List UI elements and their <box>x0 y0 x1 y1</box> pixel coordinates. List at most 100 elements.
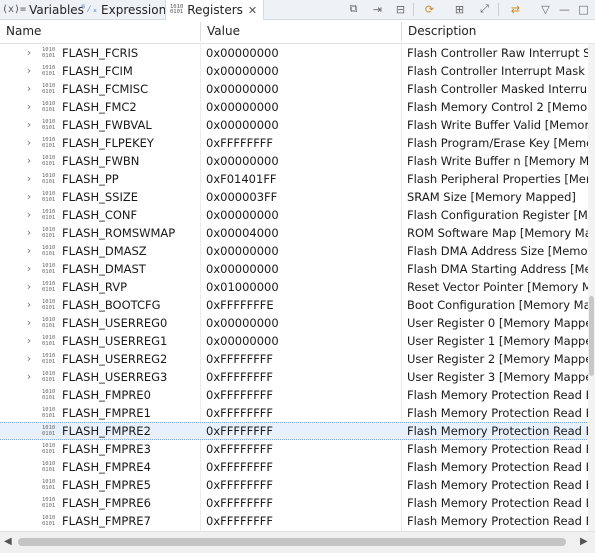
table-row[interactable]: › 1010 0101 FLASH_FCRIS 0x00000000 Flash Cont… <box>0 44 595 62</box>
table-row[interactable]: › 1010 0101 FLASH_DMAST 0x00000000 Flash DMA … <box>0 260 595 278</box>
table-row[interactable]: › 1010 0101 FLASH_ROMSWMAP 0x00004000 ROM Sof… <box>0 224 595 242</box>
table-row[interactable]: 1010 0101 FLASH_FMPRE3 0xFFFFFFFF Flash Memo… <box>0 440 595 458</box>
register-value[interactable]: 0x01000000 <box>206 278 279 296</box>
horizontal-scroll-thumb[interactable] <box>18 538 566 546</box>
table-row[interactable]: › 1010 0101 FLASH_FLPEKEY 0xFFFFFFFF Flash Pr… <box>0 134 595 152</box>
table-row[interactable]: › 1010 0101 FLASH_FMC2 0x00000000 Flash Memor… <box>0 98 595 116</box>
register-value[interactable]: 0x000003FF <box>206 188 277 206</box>
register-icon: 1010 0101 <box>42 281 56 293</box>
expand-chevron-icon[interactable]: › <box>24 260 34 278</box>
register-value[interactable]: 0xFFFFFFFE <box>206 296 274 314</box>
table-row[interactable]: 1010 0101 FLASH_FMPRE2 0xFFFFFFFF Flash Memo… <box>0 422 595 440</box>
new-group-icon[interactable]: ⊞ <box>451 1 468 17</box>
expand-chevron-icon[interactable]: › <box>24 278 34 296</box>
register-value[interactable]: 0x00000000 <box>206 332 279 350</box>
close-icon[interactable]: ✕ <box>248 4 257 17</box>
vertical-scroll-thumb[interactable] <box>589 296 594 376</box>
table-row[interactable]: › 1010 0101 FLASH_USERREG1 0x00000000 User Re… <box>0 332 595 350</box>
table-row[interactable]: › 1010 0101 FLASH_FWBN 0x00000000 Flash Write… <box>0 152 595 170</box>
expand-chevron-icon[interactable]: › <box>24 332 34 350</box>
view-menu-icon[interactable]: ▽ <box>537 1 554 17</box>
table-row[interactable]: 1010 0101 FLASH_FMPRE4 0xFFFFFFFF Flash Memo… <box>0 458 595 476</box>
expand-chevron-icon[interactable]: › <box>24 242 34 260</box>
table-row[interactable]: 1010 0101 FLASH_FMPRE7 0xFFFFFFFF Flash Memo… <box>0 512 595 530</box>
register-value[interactable]: 0x00000000 <box>206 116 279 134</box>
expand-chevron-icon[interactable]: › <box>24 170 34 188</box>
vertical-scrollbar[interactable] <box>588 44 595 531</box>
register-value[interactable]: 0x00000000 <box>206 260 279 278</box>
tab-registers[interactable]: 1010 0101 Registers ✕ <box>165 0 265 20</box>
register-value[interactable]: 0xFFFFFFFF <box>206 422 273 440</box>
table-row[interactable]: › 1010 0101 FLASH_FCMISC 0x00000000 Flash Con… <box>0 80 595 98</box>
expand-chevron-icon[interactable]: › <box>24 314 34 332</box>
table-row[interactable]: 1010 0101 FLASH_FMPRE0 0xFFFFFFFF Flash Memo… <box>0 386 595 404</box>
register-name: FLASH_RVP <box>62 280 128 294</box>
register-value[interactable]: 0xFFFFFFFF <box>206 476 273 494</box>
register-value[interactable]: 0xFFFFFFFF <box>206 404 273 422</box>
register-value[interactable]: 0x00000000 <box>206 314 279 332</box>
expand-chevron-icon[interactable]: › <box>24 224 34 242</box>
table-row[interactable]: › 1010 0101 FLASH_FCIM 0x00000000 Flash Contr… <box>0 62 595 80</box>
register-value[interactable]: 0xFFFFFFFF <box>206 494 273 512</box>
register-value[interactable]: 0x00000000 <box>206 152 279 170</box>
register-icon: 1010 0101 <box>42 389 56 401</box>
collapse-all-icon[interactable]: ⧉ <box>345 1 362 17</box>
table-row[interactable]: 1010 0101 FLASH_FMPRE1 0xFFFFFFFF Flash Memo… <box>0 404 595 422</box>
table-row[interactable]: 1010 0101 FLASH_FMPRE6 0xFFFFFFFF Flash Memo… <box>0 494 595 512</box>
register-value[interactable]: 0x00000000 <box>206 206 279 224</box>
table-row[interactable]: › 1010 0101 FLASH_DMASZ 0x00000000 Flash DMA … <box>0 242 595 260</box>
table-row[interactable]: › 1010 0101 FLASH_RVP 0x01000000 Reset Vector… <box>0 278 595 296</box>
register-value[interactable]: 0x00004000 <box>206 224 279 242</box>
sync-icon[interactable]: ⇄ <box>507 1 524 17</box>
register-value[interactable]: 0xFFFFFFFF <box>206 386 273 404</box>
register-value[interactable]: 0xFFFFFFFF <box>206 368 273 386</box>
register-value[interactable]: 0xFFFFFFFF <box>206 440 273 458</box>
minimize-icon[interactable]: — <box>556 1 573 17</box>
register-value[interactable]: 0x00000000 <box>206 242 279 260</box>
expand-chevron-icon[interactable]: › <box>24 350 34 368</box>
horizontal-scrollbar[interactable]: ◀ ▶ <box>0 531 595 553</box>
column-header-value[interactable]: Value <box>201 20 240 43</box>
edit-group-icon[interactable]: ⤢ <box>476 1 493 17</box>
refresh-icon[interactable]: ⟳ <box>421 1 438 17</box>
table-row[interactable]: 1010 0101 FLASH_FMPRE5 0xFFFFFFFF Flash Memo… <box>0 476 595 494</box>
table-row[interactable]: › 1010 0101 FLASH_CONF 0x00000000 Flash Confi… <box>0 206 595 224</box>
table-row[interactable]: › 1010 0101 FLASH_SSIZE 0x000003FF SRAM Size … <box>0 188 595 206</box>
register-value[interactable]: 0x00000000 <box>206 44 279 62</box>
expand-all-icon[interactable]: ⇥ <box>369 1 386 17</box>
scroll-right-icon[interactable]: ▶ <box>580 536 588 547</box>
expand-chevron-icon[interactable]: › <box>24 188 34 206</box>
expand-chevron-icon[interactable]: › <box>24 206 34 224</box>
expand-chevron-icon[interactable]: › <box>24 44 34 62</box>
tab-variables[interactable]: (x)= Variables <box>2 0 84 19</box>
column-header-description[interactable]: Description <box>402 20 476 43</box>
expand-chevron-icon[interactable]: › <box>24 296 34 314</box>
maximize-icon[interactable]: □ <box>575 1 592 17</box>
tab-expressions[interactable]: ⁰⁄ₓ Expressions <box>80 0 172 19</box>
register-value[interactable]: 0xFFFFFFFF <box>206 350 273 368</box>
expand-chevron-icon[interactable]: › <box>24 152 34 170</box>
expand-chevron-icon[interactable]: › <box>24 134 34 152</box>
table-row[interactable]: › 1010 0101 FLASH_USERREG3 0xFFFFFFFF User Re… <box>0 368 595 386</box>
scroll-left-icon[interactable]: ◀ <box>4 536 12 547</box>
column-header-name[interactable]: Name <box>0 20 41 43</box>
table-row[interactable]: › 1010 0101 FLASH_PP 0xF01401FF Flash Periphe… <box>0 170 595 188</box>
register-value[interactable]: 0xF01401FF <box>206 170 277 188</box>
register-value[interactable]: 0xFFFFFFFF <box>206 134 273 152</box>
expand-chevron-icon[interactable]: › <box>24 80 34 98</box>
registers-table: › 1010 0101 FLASH_FCRIS 0x00000000 Flash Cont… <box>0 44 595 531</box>
register-value[interactable]: 0x00000000 <box>206 98 279 116</box>
expand-chevron-icon[interactable]: › <box>24 368 34 386</box>
table-row[interactable]: › 1010 0101 FLASH_FWBVAL 0x00000000 Flash Wri… <box>0 116 595 134</box>
register-value[interactable]: 0x00000000 <box>206 80 279 98</box>
expand-chevron-icon[interactable]: › <box>24 98 34 116</box>
register-value[interactable]: 0xFFFFFFFF <box>206 458 273 476</box>
expand-chevron-icon[interactable]: › <box>24 62 34 80</box>
table-row[interactable]: › 1010 0101 FLASH_USERREG2 0xFFFFFFFF User Re… <box>0 350 595 368</box>
expand-chevron-icon[interactable]: › <box>24 116 34 134</box>
register-value[interactable]: 0x00000000 <box>206 62 279 80</box>
table-row[interactable]: › 1010 0101 FLASH_USERREG0 0x00000000 User Re… <box>0 314 595 332</box>
register-value[interactable]: 0xFFFFFFFF <box>206 512 273 530</box>
collapse-icon[interactable]: ⊟ <box>392 1 409 17</box>
table-row[interactable]: › 1010 0101 FLASH_BOOTCFG 0xFFFFFFFE Boot Con… <box>0 296 595 314</box>
